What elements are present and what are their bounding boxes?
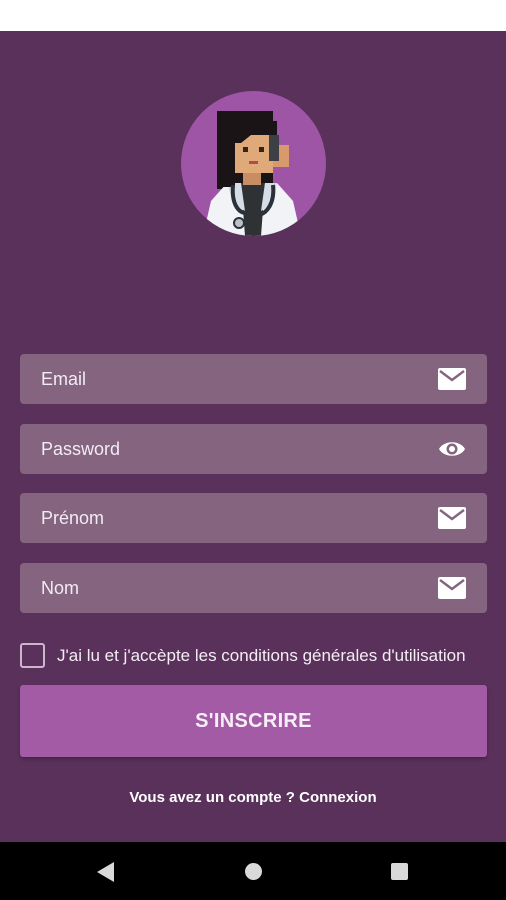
signup-screen: Email Password Prénom Nom J'ai lu et j'a…	[0, 31, 506, 842]
nom-placeholder: Nom	[41, 578, 80, 598]
mail-icon	[438, 577, 466, 599]
prenom-placeholder: Prénom	[41, 508, 105, 528]
password-placeholder: Password	[41, 439, 121, 459]
mail-icon	[438, 507, 466, 529]
login-link[interactable]: Vous avez un compte ? Connexion	[0, 789, 506, 806]
prenom-field[interactable]: Prénom	[20, 493, 487, 543]
email-placeholder: Email	[41, 369, 87, 389]
recent-apps-icon[interactable]	[391, 863, 408, 880]
email-field[interactable]: Email	[20, 354, 487, 404]
password-field[interactable]: Password	[20, 424, 487, 474]
eye-icon[interactable]	[438, 438, 466, 460]
navigation-bar	[0, 842, 506, 900]
status-bar	[0, 0, 506, 31]
terms-checkbox[interactable]	[20, 643, 45, 668]
mail-icon	[438, 368, 466, 390]
doctor-avatar-icon	[181, 91, 326, 236]
signup-button[interactable]: S'INSCRIRE	[20, 685, 487, 757]
back-icon[interactable]	[96, 861, 116, 883]
nom-field[interactable]: Nom	[20, 563, 487, 613]
home-icon[interactable]	[245, 863, 262, 880]
terms-label[interactable]: J'ai lu et j'accèpte les conditions géné…	[57, 643, 466, 668]
